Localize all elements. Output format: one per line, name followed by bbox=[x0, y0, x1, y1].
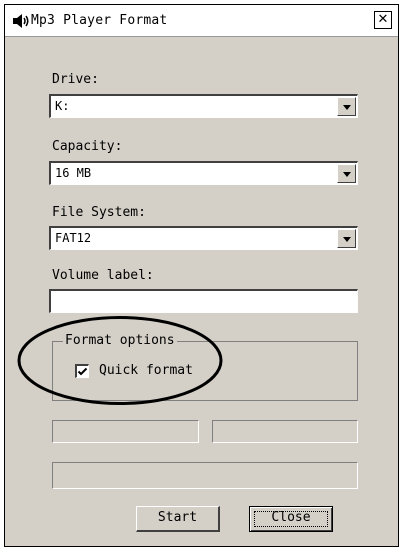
format-options-title: Format options bbox=[63, 333, 177, 348]
chevron-down-icon[interactable] bbox=[337, 229, 356, 248]
capacity-value: 16 MB bbox=[55, 166, 92, 180]
file-system-value: FAT12 bbox=[55, 231, 92, 245]
volume-label-input[interactable] bbox=[49, 289, 358, 313]
drive-value: K: bbox=[55, 99, 70, 113]
checkmark-icon bbox=[77, 367, 88, 376]
drive-label: Drive: bbox=[52, 72, 99, 87]
speaker-icon bbox=[13, 14, 29, 28]
volume-label-label: Volume label: bbox=[52, 268, 154, 283]
progress-box-left bbox=[52, 420, 199, 443]
chevron-down-icon[interactable] bbox=[337, 164, 356, 183]
format-options-group bbox=[52, 341, 358, 401]
window-title: Mp3 Player Format bbox=[31, 13, 168, 28]
quick-format-checkbox[interactable] bbox=[75, 364, 89, 378]
start-button[interactable]: Start bbox=[136, 506, 220, 532]
capacity-label: Capacity: bbox=[52, 139, 123, 154]
capacity-select[interactable]: 16 MB bbox=[49, 161, 358, 185]
focus-rect bbox=[254, 511, 328, 527]
progress-box-right bbox=[212, 420, 358, 443]
quick-format-label[interactable]: Quick format bbox=[99, 363, 193, 378]
title-bar[interactable]: Mp3 Player Format ✕ bbox=[5, 5, 398, 37]
progress-bar bbox=[52, 462, 358, 489]
file-system-label: File System: bbox=[52, 205, 146, 220]
close-icon[interactable]: ✕ bbox=[374, 11, 392, 29]
file-system-select[interactable]: FAT12 bbox=[49, 226, 358, 250]
chevron-down-icon[interactable] bbox=[337, 97, 356, 116]
close-button[interactable]: Close bbox=[249, 506, 333, 532]
drive-select[interactable]: K: bbox=[49, 94, 358, 118]
